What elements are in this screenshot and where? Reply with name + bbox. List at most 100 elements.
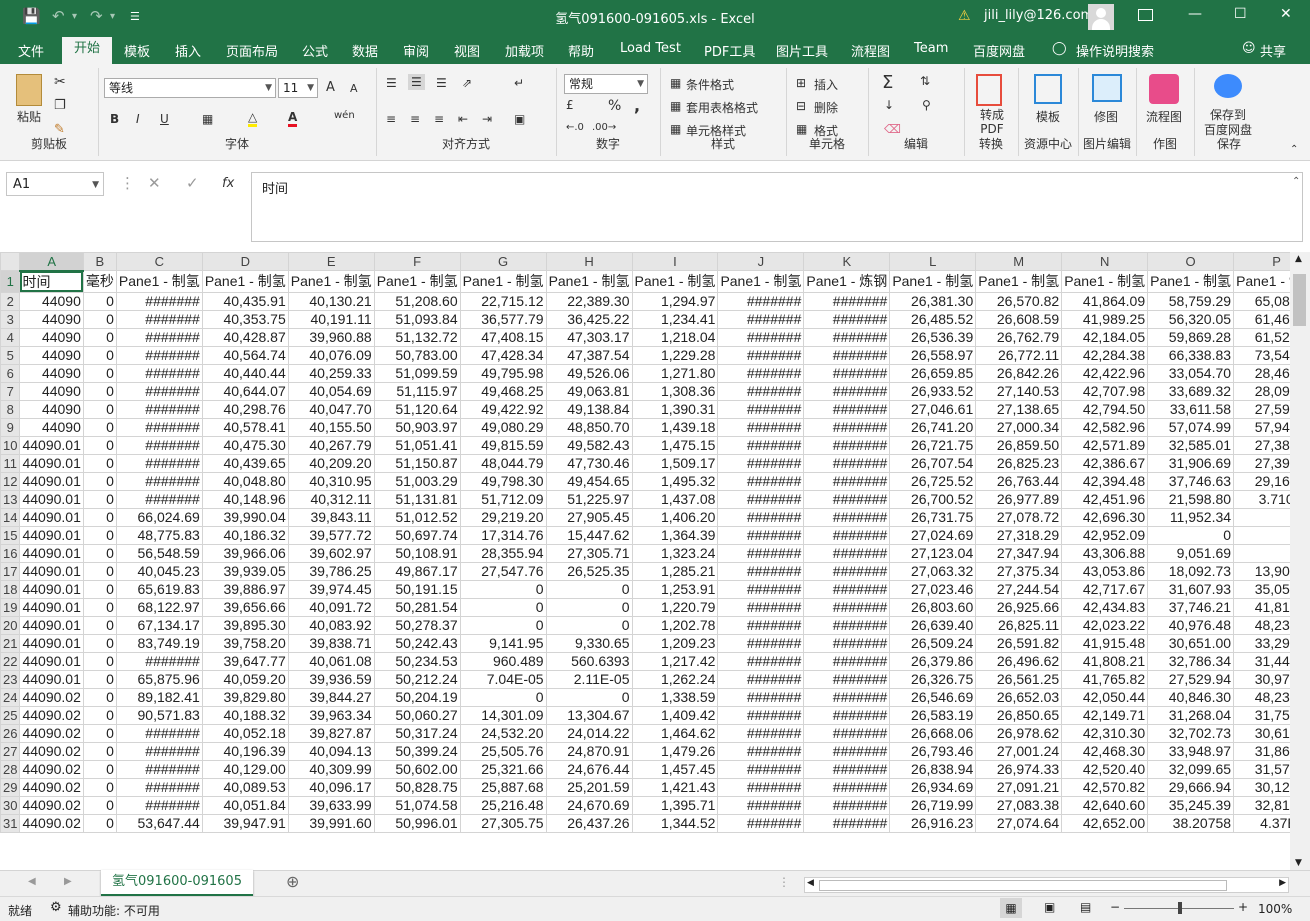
cell[interactable]: 44090.02	[19, 723, 84, 743]
cell[interactable]: 13,304.67	[545, 705, 633, 725]
cell[interactable]: 毫秒	[82, 270, 117, 293]
cell[interactable]: #######	[115, 795, 203, 815]
cell[interactable]: 51,150.87	[373, 453, 461, 473]
row-header[interactable]: 1	[0, 270, 21, 293]
cell[interactable]: #######	[803, 399, 891, 419]
restore-button[interactable]: ☐	[1234, 6, 1247, 22]
cell[interactable]: 33,054.70	[1147, 363, 1235, 383]
cell[interactable]: 65,619.83	[115, 579, 203, 599]
cell[interactable]: 50,278.37	[373, 615, 461, 635]
cell[interactable]: 36,425.22	[545, 309, 633, 329]
cell[interactable]: 39,656.66	[201, 597, 289, 617]
cell[interactable]: 51,225.97	[545, 489, 633, 509]
cell[interactable]: 39,602.97	[287, 543, 375, 563]
cell[interactable]: #######	[115, 759, 203, 779]
cell[interactable]: 26,721.75	[889, 435, 977, 455]
cell[interactable]: 26,652.03	[975, 687, 1063, 707]
cell[interactable]: 11,952.34	[1147, 507, 1235, 527]
cell[interactable]: 0	[82, 633, 117, 653]
cell[interactable]: 24,532.20	[459, 723, 547, 743]
cell[interactable]: #######	[717, 615, 805, 635]
cell[interactable]: 1,409.42	[631, 705, 719, 725]
cell[interactable]: 26,719.99	[889, 795, 977, 815]
cell[interactable]: Pane1 - 制氢	[975, 270, 1063, 293]
cell[interactable]: 42,310.30	[1061, 723, 1149, 743]
cell[interactable]: 40,083.92	[287, 615, 375, 635]
tab-picture-tools[interactable]: 图片工具	[776, 41, 828, 60]
cell[interactable]: 26,326.75	[889, 669, 977, 689]
cell[interactable]: 27,123.04	[889, 543, 977, 563]
cell[interactable]: 26,934.69	[889, 777, 977, 797]
cell[interactable]: #######	[803, 417, 891, 437]
cell[interactable]: 53,647.44	[115, 813, 203, 833]
cell[interactable]: 26,379.86	[889, 651, 977, 671]
cell[interactable]: 1,262.24	[631, 669, 719, 689]
cell[interactable]: 40,052.18	[201, 723, 289, 743]
cell[interactable]: #######	[803, 489, 891, 509]
cell[interactable]: 0	[82, 363, 117, 383]
cell[interactable]: 0	[82, 813, 117, 833]
cell[interactable]: 50,204.19	[373, 687, 461, 707]
cell[interactable]: 27,386.72	[1233, 435, 1290, 455]
cell[interactable]: 1,509.17	[631, 453, 719, 473]
cell[interactable]: 0	[82, 561, 117, 581]
customize-quick-access-icon[interactable]: ☰	[130, 10, 140, 23]
cell[interactable]: 40,976.48	[1147, 615, 1235, 635]
cell[interactable]: 41,819.55	[1233, 597, 1290, 617]
cell[interactable]: #######	[803, 669, 891, 689]
cell[interactable]: 42,451.96	[1061, 489, 1149, 509]
cell[interactable]: 1,308.36	[631, 381, 719, 401]
cell[interactable]: 47,387.54	[545, 345, 633, 365]
cell[interactable]: #######	[717, 471, 805, 491]
cell[interactable]: 32,702.73	[1147, 723, 1235, 743]
cell[interactable]: 31,607.93	[1147, 579, 1235, 599]
tab-page-layout[interactable]: 页面布局	[226, 41, 278, 60]
cell[interactable]: 25,216.48	[459, 795, 547, 815]
cell[interactable]: 1,421.43	[631, 777, 719, 797]
cell[interactable]: 51,120.64	[373, 399, 461, 419]
cell[interactable]: 31,906.69	[1147, 453, 1235, 473]
cell[interactable]: 0	[459, 597, 547, 617]
underline-button[interactable]: U	[160, 112, 169, 126]
cell[interactable]: 51,208.60	[373, 291, 461, 311]
cell[interactable]: 44090.01	[19, 633, 84, 653]
row-header[interactable]: 16	[0, 543, 21, 563]
cell[interactable]: 1,218.04	[631, 327, 719, 347]
cell[interactable]: #######	[803, 723, 891, 743]
cell[interactable]: 47,428.34	[459, 345, 547, 365]
cell[interactable]: 39,633.99	[287, 795, 375, 815]
cell[interactable]: 28,355.94	[459, 543, 547, 563]
row-header[interactable]: 19	[0, 597, 21, 617]
cell[interactable]: #######	[803, 615, 891, 635]
cell[interactable]: 40,475.30	[201, 435, 289, 455]
cell[interactable]: 0	[82, 291, 117, 311]
cell[interactable]: #######	[803, 345, 891, 365]
currency-icon[interactable]: £	[566, 98, 574, 112]
undo-icon[interactable]: ↶	[52, 7, 65, 25]
cell[interactable]: 27,024.69	[889, 525, 977, 545]
cell[interactable]: 44090.02	[19, 687, 84, 707]
italic-button[interactable]: I	[136, 112, 140, 126]
cell[interactable]: 0	[459, 579, 547, 599]
cell[interactable]: 44090.01	[19, 615, 84, 635]
avatar[interactable]	[1088, 4, 1114, 30]
cell[interactable]: 40,298.76	[201, 399, 289, 419]
cell[interactable]: 0	[82, 417, 117, 437]
cell[interactable]: 50,697.74	[373, 525, 461, 545]
cell[interactable]: 27,000.34	[975, 417, 1063, 437]
cell[interactable]: #######	[717, 453, 805, 473]
cell[interactable]: 66,338.83	[1147, 345, 1235, 365]
column-header[interactable]: H	[545, 252, 633, 271]
cell[interactable]: #######	[717, 669, 805, 689]
cell[interactable]: 28,463.22	[1233, 363, 1290, 383]
cell[interactable]: 41,989.25	[1061, 309, 1149, 329]
cell[interactable]: 31,571.20	[1233, 759, 1290, 779]
align-left-icon[interactable]: ≡	[386, 112, 396, 126]
scroll-up-icon[interactable]: ▲	[1295, 254, 1302, 264]
cell[interactable]: 35,245.39	[1147, 795, 1235, 815]
cell[interactable]: 31,866.46	[1233, 741, 1290, 761]
zoom-slider-thumb[interactable]	[1178, 902, 1182, 914]
row-header[interactable]: 4	[0, 327, 21, 347]
cell[interactable]: 1,234.41	[631, 309, 719, 329]
cell[interactable]: #######	[717, 345, 805, 365]
